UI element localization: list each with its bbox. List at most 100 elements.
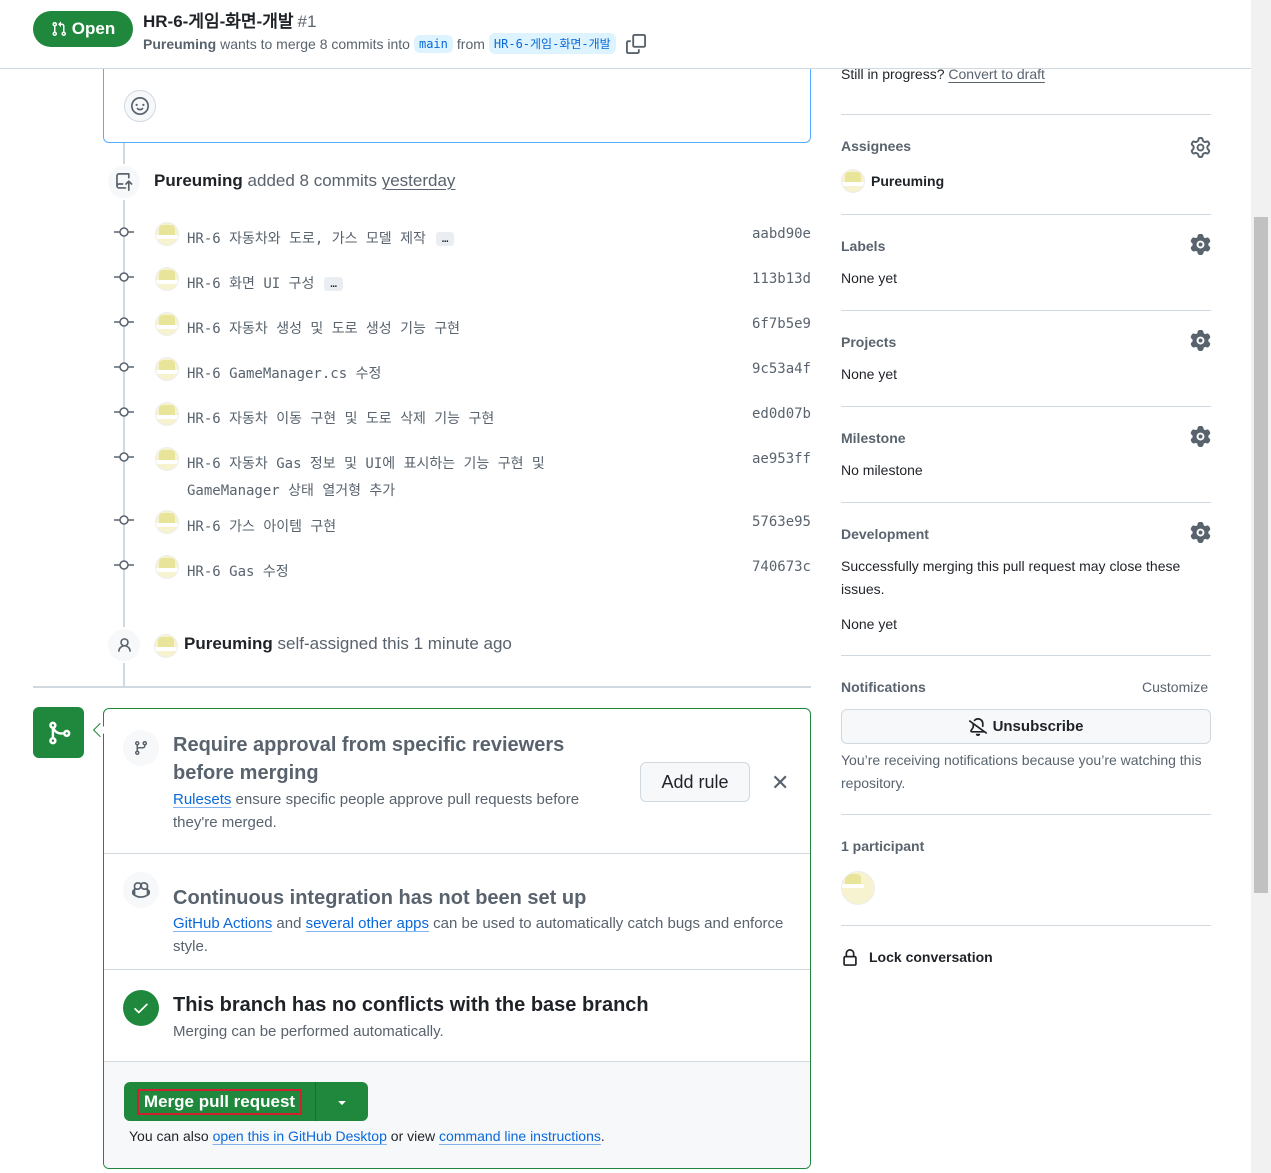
- conflicts-desc: Merging can be performed automatically.: [173, 1023, 444, 1040]
- merge-options-dropdown[interactable]: [316, 1082, 368, 1121]
- github-desktop-link[interactable]: open this in GitHub Desktop: [213, 1128, 387, 1144]
- sidebar-divider: [841, 114, 1211, 115]
- sidebar-divider: [841, 655, 1211, 656]
- git-commit-icon: [114, 362, 134, 372]
- assignees-heading[interactable]: Assignees: [841, 138, 911, 154]
- triangle-down-icon: [338, 1100, 346, 1105]
- gear-icon[interactable]: [1190, 330, 1211, 351]
- lock-conversation-link[interactable]: Lock conversation: [841, 946, 993, 969]
- commit-message-text[interactable]: HR-6 자동차와 도로, 가스 모델 제작: [187, 231, 426, 247]
- gear-icon[interactable]: [1190, 522, 1211, 543]
- commit-message-text[interactable]: HR-6 화면 UI 구성: [187, 276, 314, 292]
- event-actor[interactable]: Pureuming: [184, 634, 273, 653]
- git-merge-icon: [48, 721, 70, 744]
- commit-sha[interactable]: ed0d07b: [752, 406, 811, 422]
- github-actions-link[interactable]: GitHub Actions: [173, 915, 272, 932]
- commit-message[interactable]: HR-6 가스 아이템 구현: [187, 514, 336, 541]
- commit-sha[interactable]: 9c53a4f: [752, 361, 811, 377]
- rulesets-link[interactable]: Rulesets: [173, 791, 231, 808]
- merge-pull-request-button[interactable]: Merge pull request: [124, 1082, 316, 1121]
- scrollbar-thumb[interactable]: [1254, 217, 1268, 893]
- expand-commit-button[interactable]: …: [324, 277, 344, 291]
- avatar[interactable]: [154, 634, 178, 658]
- unsubscribe-label: Unsubscribe: [992, 718, 1084, 735]
- development-value: None yet: [841, 616, 898, 632]
- git-commit-icon: [114, 407, 134, 417]
- copilot-icon: [132, 882, 150, 898]
- commit-message[interactable]: HR-6 화면 UI 구성 …: [187, 271, 344, 298]
- commit-message[interactable]: HR-6 GameManager.cs 수정: [187, 361, 381, 388]
- check-icon: [134, 1003, 148, 1014]
- labels-value: None yet: [841, 270, 898, 286]
- commit-row: HR-6 자동차와 도로, 가스 모델 제작 … aabd90e: [110, 217, 811, 247]
- development-heading[interactable]: Development: [841, 526, 929, 542]
- assignee-name[interactable]: Pureuming: [871, 170, 944, 193]
- merge-footer: Merge pull request You can also open thi…: [104, 1062, 810, 1168]
- commit-sha[interactable]: 6f7b5e9: [752, 316, 811, 332]
- commit-message-text[interactable]: HR-6 자동차 Gas 정보 및 UI에 표시하는 기능 구현 및 GameM…: [187, 456, 545, 499]
- command-line-link[interactable]: command line instructions: [439, 1128, 601, 1144]
- expand-commit-button[interactable]: …: [435, 232, 455, 246]
- milestone-heading[interactable]: Milestone: [841, 430, 906, 446]
- commit-message[interactable]: HR-6 Gas 수정: [187, 559, 289, 586]
- gear-icon[interactable]: [1190, 234, 1211, 255]
- author-link[interactable]: Pureuming: [143, 36, 216, 52]
- labels-heading[interactable]: Labels: [841, 238, 885, 254]
- git-branch-icon: [134, 741, 147, 756]
- timeline-badge-assign: [106, 627, 142, 663]
- commit-message-text[interactable]: HR-6 자동차 이동 구현 및 도로 삭제 기능 구현: [187, 411, 494, 427]
- commit-message-text[interactable]: HR-6 Gas 수정: [187, 564, 289, 580]
- ci-icon-wrap: [123, 872, 159, 908]
- note-prefix: You can also: [129, 1128, 209, 1144]
- commit-sha[interactable]: aabd90e: [752, 226, 811, 242]
- commit-message[interactable]: HR-6 자동차와 도로, 가스 모델 제작 …: [187, 226, 455, 253]
- gear-icon[interactable]: [1190, 426, 1211, 447]
- other-apps-link[interactable]: several other apps: [306, 915, 429, 932]
- commit-message-text[interactable]: HR-6 가스 아이템 구현: [187, 519, 336, 535]
- add-rule-button[interactable]: Add rule: [640, 762, 750, 802]
- commit-message[interactable]: HR-6 자동차 Gas 정보 및 UI에 표시하는 기능 구현 및 GameM…: [187, 451, 627, 505]
- merge-button-group: Merge pull request: [124, 1082, 368, 1121]
- commit-row: HR-6 가스 아이템 구현 5763e95: [110, 505, 811, 535]
- commit-sha[interactable]: ae953ff: [752, 451, 811, 467]
- base-branch[interactable]: main: [413, 34, 453, 53]
- commit-avatar[interactable]: [155, 447, 179, 471]
- commit-avatar[interactable]: [155, 357, 179, 381]
- lock-icon: [843, 948, 857, 966]
- customize-link[interactable]: Customize: [1142, 676, 1208, 699]
- commit-message-text[interactable]: HR-6 자동차 생성 및 도로 생성 기능 구현: [187, 321, 460, 337]
- event-time[interactable]: yesterday: [382, 171, 456, 190]
- commit-avatar[interactable]: [155, 555, 179, 579]
- commit-avatar[interactable]: [155, 402, 179, 426]
- commit-message-text[interactable]: HR-6 GameManager.cs 수정: [187, 366, 381, 382]
- unsubscribe-button[interactable]: Unsubscribe: [841, 709, 1211, 744]
- add-reaction-button[interactable]: [124, 90, 156, 122]
- conflicts-title: This branch has no conflicts with the ba…: [173, 994, 649, 1016]
- commit-sha[interactable]: 113b13d: [752, 271, 811, 287]
- event-action: added 8 commits: [247, 171, 377, 190]
- participant-avatar[interactable]: [841, 871, 875, 905]
- head-branch[interactable]: HR-6-게임-화면-개발: [488, 33, 616, 54]
- commit-avatar[interactable]: [155, 510, 179, 534]
- commit-sha[interactable]: 5763e95: [752, 514, 811, 530]
- commit-row: HR-6 자동차 Gas 정보 및 UI에 표시하는 기능 구현 및 GameM…: [110, 442, 811, 499]
- close-icon[interactable]: ✕: [771, 770, 789, 796]
- check-circle-icon: [123, 990, 159, 1026]
- commit-message[interactable]: HR-6 자동차 이동 구현 및 도로 삭제 기능 구현: [187, 406, 494, 433]
- commit-row: HR-6 화면 UI 구성 … 113b13d: [110, 262, 811, 292]
- git-commit-icon: [114, 515, 134, 525]
- commit-avatar[interactable]: [155, 267, 179, 291]
- assignee-avatar[interactable]: [841, 169, 865, 193]
- projects-heading[interactable]: Projects: [841, 334, 896, 350]
- approval-section: Require approval from specific reviewers…: [104, 709, 810, 854]
- sidebar-divider: [841, 814, 1211, 815]
- commit-avatar[interactable]: [155, 222, 179, 246]
- commit-message[interactable]: HR-6 자동차 생성 및 도로 생성 기능 구현: [187, 316, 460, 343]
- git-commit-icon: [114, 317, 134, 327]
- repo-push-icon: [116, 173, 133, 191]
- commit-sha[interactable]: 740673c: [752, 559, 811, 575]
- event-actor[interactable]: Pureuming: [154, 171, 243, 190]
- gear-icon[interactable]: [1190, 137, 1211, 158]
- copy-icon[interactable]: [625, 33, 646, 54]
- commit-avatar[interactable]: [155, 312, 179, 336]
